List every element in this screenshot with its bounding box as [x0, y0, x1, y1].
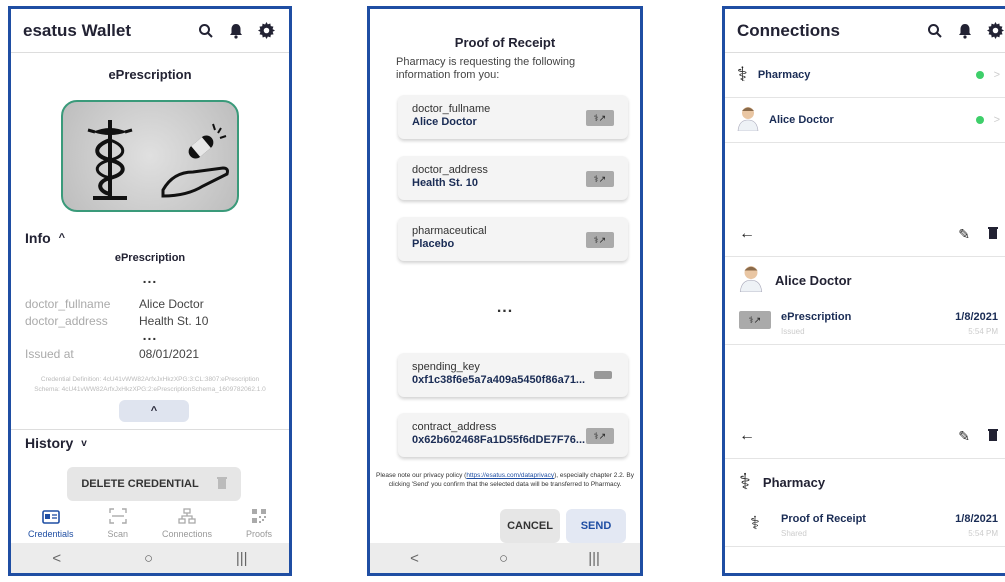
attribute-card[interactable]: doctor_address Health St. 10 ⚕↗ — [398, 156, 628, 200]
back-nav-icon[interactable]: < — [410, 550, 419, 567]
attribute-card[interactable]: contract_address 0x62b602468Fa1D55f6dDE7… — [398, 413, 628, 457]
search-icon[interactable] — [195, 20, 217, 42]
home-nav-icon[interactable]: ○ — [144, 550, 153, 567]
connection-entity: Alice Doctor — [725, 257, 1005, 303]
tab-credentials[interactable]: Credentials — [28, 510, 74, 539]
caduceus-icon: ⚕ — [737, 64, 748, 86]
info-label: Info — [25, 230, 51, 246]
attribute-card[interactable]: pharmaceutical Placebo ⚕↗ — [398, 217, 628, 261]
cancel-button[interactable]: CANCEL — [500, 509, 560, 543]
trash-icon[interactable] — [988, 226, 998, 242]
back-arrow-icon[interactable]: ← — [739, 225, 940, 243]
doctor-avatar-icon — [737, 105, 759, 136]
privacy-policy-link[interactable]: https://esatus.com/dataprivacy — [466, 472, 554, 479]
divider — [11, 429, 289, 430]
back-arrow-icon[interactable]: ← — [739, 427, 940, 445]
delete-credential-button[interactable]: DELETE CREDENTIAL — [67, 467, 241, 501]
info-dots: ... — [142, 270, 158, 286]
doctor-avatar-icon — [739, 264, 763, 297]
online-status-dot — [975, 116, 984, 124]
network-icon — [178, 508, 196, 529]
connections-title: Connections — [737, 20, 840, 40]
prescription-icon: ⚕↗ — [586, 171, 614, 187]
scan-icon — [109, 508, 127, 529]
bell-icon[interactable] — [225, 20, 247, 42]
history-item[interactable]: ⚕ Proof of Receipt Shared 1/8/2021 5:54 … — [725, 505, 1005, 547]
id-card-icon — [41, 510, 60, 529]
home-nav-icon[interactable]: ○ — [499, 550, 508, 567]
prescription-icon — [87, 120, 229, 200]
credential-definition: Credential Definition: 4cU41vWW82ArfxJxH… — [34, 376, 266, 393]
online-status-dot — [975, 71, 984, 79]
history-label: History — [25, 435, 74, 451]
info-field-row: doctor_address Health St. 10 — [25, 314, 209, 328]
chevron-up-icon: ^ — [150, 405, 158, 417]
tab-proofs[interactable]: Proofs — [246, 508, 272, 539]
app-header: esatus Wallet — [11, 9, 289, 53]
recents-nav-icon[interactable]: ||| — [588, 550, 600, 567]
proof-subtitle: Pharmacy is requesting the following inf… — [396, 56, 576, 81]
info-dots-2: ... — [142, 327, 158, 343]
tab-scan[interactable]: Scan — [107, 508, 128, 539]
caduceus-icon: ⚕ — [750, 513, 760, 533]
connection-row-alice-doctor[interactable]: Alice Doctor > — [725, 98, 1005, 143]
bell-icon[interactable] — [954, 20, 976, 42]
info-section-header[interactable]: Info ^ — [11, 230, 289, 246]
issued-row: Issued at 08/01/2021 — [25, 347, 200, 361]
history-section-header[interactable]: History v — [11, 435, 101, 451]
prescription-icon: ⚕↗ — [586, 232, 614, 248]
info-field-row: doctor_fullname Alice Doctor — [25, 297, 204, 311]
proof-title: Proof of Receipt — [454, 35, 556, 50]
chevron-down-icon: v — [81, 437, 87, 449]
prescription-icon: ⚕↗ — [739, 311, 771, 329]
caduceus-icon: ⚕ — [739, 469, 751, 494]
chevron-right-icon: > — [993, 114, 1000, 126]
chevron-up-icon: ^ — [58, 232, 66, 244]
collapse-info-button[interactable]: ^ — [119, 400, 189, 422]
tab-connections[interactable]: Connections — [162, 508, 212, 539]
info-credential-name: ePrescription — [114, 252, 186, 264]
detail-toolbar: ← ✎ — [725, 212, 1005, 257]
app-title: esatus Wallet — [23, 20, 132, 40]
gear-icon[interactable] — [984, 20, 1005, 42]
connections-header: Connections — [725, 9, 1005, 53]
android-nav-bar: < ○ ||| — [11, 543, 289, 573]
privacy-note: Please note our privacy policy (https://… — [376, 472, 634, 488]
back-nav-icon[interactable]: < — [52, 550, 61, 567]
credential-image — [61, 100, 239, 212]
trash-icon[interactable] — [988, 428, 998, 444]
history-item[interactable]: ⚕↗ ePrescription Issued 1/8/2021 5:54 PM — [725, 303, 1005, 345]
detail-toolbar: ← ✎ — [725, 414, 1005, 459]
search-icon[interactable] — [924, 20, 946, 42]
connections-screen: Connections ⚕ Pharmacy > Alice Doctor > … — [722, 6, 1005, 576]
qr-code-icon — [251, 508, 267, 529]
trash-icon — [216, 476, 227, 492]
prescription-icon: ⚕↗ — [586, 110, 614, 126]
chevron-right-icon: > — [993, 69, 1000, 81]
recents-nav-icon[interactable]: ||| — [236, 550, 248, 567]
proof-request-screen: Proof of Receipt Pharmacy is requesting … — [367, 6, 643, 576]
credential-title: ePrescription — [108, 67, 192, 82]
attribute-card[interactable]: doctor_fullname Alice Doctor ⚕↗ — [398, 95, 628, 139]
edit-icon[interactable]: ✎ — [958, 226, 970, 243]
key-card-icon — [594, 371, 612, 379]
attribute-card[interactable]: spending_key 0xf1c38f6e5a7a409a5450f86a7… — [398, 353, 628, 397]
connection-detail-alice: ← ✎ Alice Doctor ⚕↗ ePrescription Issued… — [725, 212, 1005, 345]
android-nav-bar: < ○ ||| — [370, 543, 640, 573]
wallet-credential-screen: esatus Wallet ePrescription Info ^ ePres… — [8, 6, 292, 576]
gear-icon[interactable] — [255, 20, 277, 42]
send-button[interactable]: SEND — [566, 509, 626, 543]
connection-entity: ⚕ Pharmacy — [739, 469, 826, 494]
connection-detail-pharmacy: ← ✎ ⚕ Pharmacy ⚕ Proof of Receipt Shared… — [725, 414, 1005, 547]
edit-icon[interactable]: ✎ — [958, 428, 970, 445]
prescription-icon: ⚕↗ — [586, 428, 614, 444]
bottom-tab-bar: Credentials Scan Connections Proofs — [11, 503, 289, 543]
more-attributes-dots: ... — [496, 299, 514, 316]
connection-row-pharmacy[interactable]: ⚕ Pharmacy > — [725, 53, 1005, 98]
